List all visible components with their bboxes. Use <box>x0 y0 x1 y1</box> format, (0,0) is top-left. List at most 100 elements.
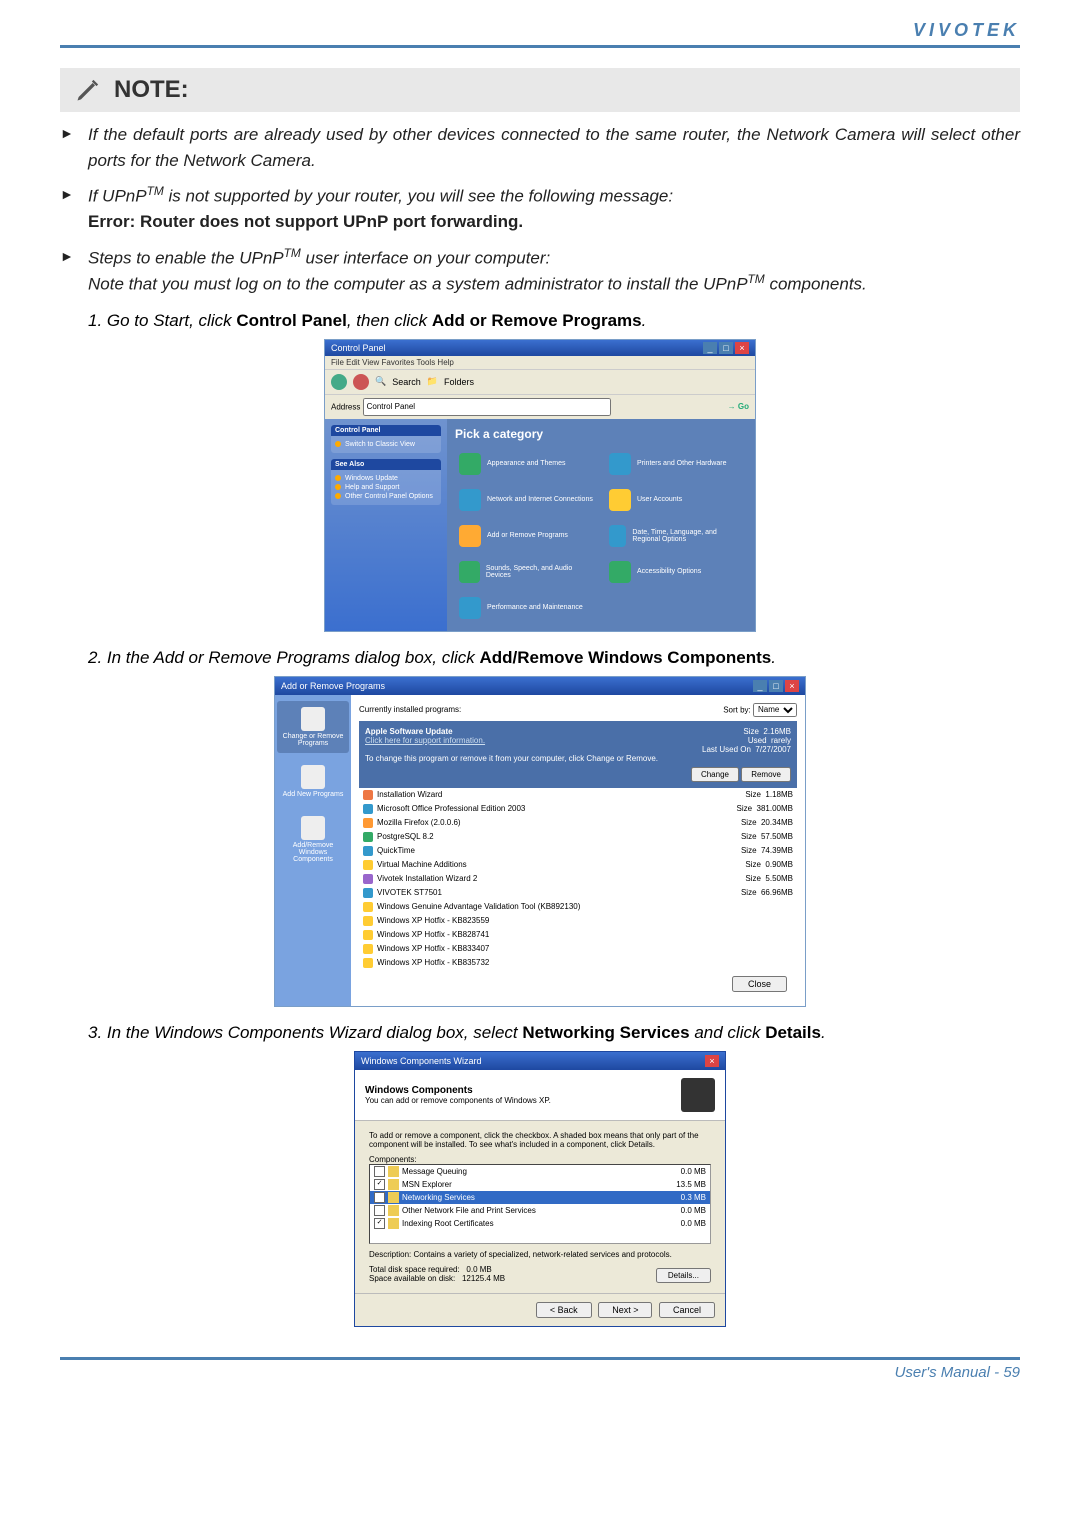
toolbar-search[interactable]: Search <box>392 377 421 387</box>
back-button[interactable]: < Back <box>536 1302 592 1318</box>
disk-av-value: 12125.4 MB <box>462 1274 505 1283</box>
maximize-icon[interactable]: □ <box>719 342 733 354</box>
category-item[interactable]: User Accounts <box>605 485 747 515</box>
search-icon[interactable]: 🔍 <box>375 376 386 387</box>
cancel-button[interactable]: Cancel <box>659 1302 715 1318</box>
program-icon <box>363 846 373 856</box>
component-name: Message Queuing <box>402 1167 467 1176</box>
checkbox[interactable]: ✓ <box>374 1218 385 1229</box>
size-label: Size <box>745 860 761 869</box>
size-label: Size <box>741 888 757 897</box>
component-row[interactable]: ✓MSN Explorer13.5 MB <box>370 1178 710 1191</box>
folders-icon[interactable]: 📁 <box>427 376 438 387</box>
program-row[interactable]: Virtual Machine AdditionsSize 0.90MB <box>359 858 797 872</box>
category-item[interactable]: Appearance and Themes <box>455 449 597 479</box>
next-button[interactable]: Next > <box>598 1302 652 1318</box>
bullet-3-text-b: user interface on your computer: <box>301 248 550 267</box>
checkbox[interactable]: ✓ <box>374 1179 385 1190</box>
close-button[interactable]: Close <box>732 976 787 992</box>
trademark-sup: TM <box>284 246 301 260</box>
category-item[interactable]: Accessibility Options <box>605 557 747 587</box>
category-item[interactable]: Printers and Other Hardware <box>605 449 747 479</box>
program-row[interactable]: Windows XP Hotfix - KB833407 <box>359 942 797 956</box>
bullet-2-text-b: is not supported by your router, you wil… <box>164 187 673 206</box>
component-row[interactable]: Message Queuing 0.0 MB <box>370 1165 710 1178</box>
page-footer: User's Manual - 59 <box>60 1357 1020 1381</box>
close-icon[interactable]: × <box>735 342 749 354</box>
category-item[interactable]: Date, Time, Language, and Regional Optio… <box>605 521 747 551</box>
nav-add-new[interactable]: Add New Programs <box>277 759 349 804</box>
program-row[interactable]: Installation WizardSize 1.18MB <box>359 788 797 802</box>
menubar[interactable]: File Edit View Favorites Tools Help <box>325 356 755 369</box>
step-1-b: , then click <box>347 311 432 330</box>
nav-change-remove[interactable]: Change or Remove Programs <box>277 701 349 753</box>
address-input[interactable] <box>363 398 611 416</box>
program-row[interactable]: Vivotek Installation Wizard 2Size 5.50MB <box>359 872 797 886</box>
triangle-right-icon: ► <box>60 183 88 235</box>
component-icon <box>388 1218 399 1229</box>
size-label: Size <box>737 804 753 813</box>
component-icon <box>388 1205 399 1216</box>
component-size: 0.0 MB <box>681 1219 706 1228</box>
program-icon <box>363 944 373 954</box>
program-row[interactable]: Windows XP Hotfix - KB823559 <box>359 914 797 928</box>
program-name: Installation Wizard <box>377 790 442 799</box>
program-icon <box>363 860 373 870</box>
program-row[interactable]: PostgreSQL 8.2Size 57.50MB <box>359 830 797 844</box>
minimize-icon[interactable]: _ <box>753 680 767 692</box>
program-row[interactable]: Mozilla Firefox (2.0.0.6)Size 20.34MB <box>359 816 797 830</box>
category-item[interactable]: Performance and Maintenance <box>455 593 597 623</box>
close-icon[interactable]: × <box>705 1055 719 1067</box>
program-row[interactable]: Windows XP Hotfix - KB835732 <box>359 956 797 970</box>
remove-button[interactable]: Remove <box>741 767 791 782</box>
maximize-icon[interactable]: □ <box>769 680 783 692</box>
selected-program[interactable]: Apple Software UpdateSize 2.16MB Click h… <box>359 721 797 788</box>
component-row[interactable]: ✓Networking Services0.3 MB <box>370 1191 710 1204</box>
checkbox[interactable] <box>374 1166 385 1177</box>
sidebar-item-classic-view[interactable]: Switch to Classic View <box>335 440 437 449</box>
category-item[interactable]: Add or Remove Programs <box>455 521 597 551</box>
bullet-3-text-a: Steps to enable the UPnP <box>88 248 284 267</box>
program-row[interactable]: Microsoft Office Professional Edition 20… <box>359 802 797 816</box>
back-button[interactable] <box>331 374 347 390</box>
program-row[interactable]: VIVOTEK ST7501Size 66.96MB <box>359 886 797 900</box>
sortby-label: Sort by: <box>723 705 751 714</box>
nav-windows-components[interactable]: Add/Remove Windows Components <box>277 810 349 869</box>
components-list[interactable]: Message Queuing 0.0 MB ✓MSN Explorer13.5 M… <box>369 1164 711 1244</box>
disk-req-label: Total disk space required: <box>369 1265 460 1274</box>
sidebar-item[interactable]: Help and Support <box>335 483 437 492</box>
size-value: 5.50MB <box>765 874 793 883</box>
component-row[interactable]: ✓Indexing Root Certificates0.0 MB <box>370 1217 710 1230</box>
description-label: Description: <box>369 1250 411 1259</box>
left-nav: Change or Remove Programs Add New Progra… <box>275 695 351 1006</box>
sortby-select[interactable]: Name <box>753 703 797 717</box>
program-row[interactable]: Windows XP Hotfix - KB828741 <box>359 928 797 942</box>
program-row[interactable]: Windows Genuine Advantage Validation Too… <box>359 900 797 914</box>
close-icon[interactable]: × <box>785 680 799 692</box>
toolbar-folders[interactable]: Folders <box>444 377 474 387</box>
program-icon <box>363 916 373 926</box>
checkbox[interactable] <box>374 1205 385 1216</box>
description-text: Contains a variety of specialized, netwo… <box>413 1250 671 1259</box>
control-panel-window: Control Panel _ □ × File Edit View Favor… <box>324 339 756 632</box>
change-button[interactable]: Change <box>691 767 739 782</box>
forward-button[interactable] <box>353 374 369 390</box>
program-row[interactable]: QuickTimeSize 74.39MB <box>359 844 797 858</box>
sidebar-item[interactable]: Other Control Panel Options <box>335 492 437 501</box>
support-link[interactable]: Click here for support information. <box>365 736 485 745</box>
go-button[interactable]: → Go <box>728 402 749 411</box>
size-label: Size <box>745 790 761 799</box>
wizard-header-sub: You can add or remove components of Wind… <box>365 1096 551 1105</box>
step-2-a: 2. In the Add or Remove Programs dialog … <box>88 648 480 667</box>
sidebar-item[interactable]: Windows Update <box>335 474 437 483</box>
details-button[interactable]: Details... <box>656 1268 711 1283</box>
bullet-2-text-a: If UPnP <box>88 187 147 206</box>
minimize-icon[interactable]: _ <box>703 342 717 354</box>
checkbox[interactable]: ✓ <box>374 1192 385 1203</box>
category-item[interactable]: Sounds, Speech, and Audio Devices <box>455 557 597 587</box>
category-icon <box>609 453 631 475</box>
component-row[interactable]: Other Network File and Print Services0.0… <box>370 1204 710 1217</box>
category-item[interactable]: Network and Internet Connections <box>455 485 597 515</box>
program-icon <box>363 818 373 828</box>
component-size: 0.0 MB <box>681 1167 706 1176</box>
